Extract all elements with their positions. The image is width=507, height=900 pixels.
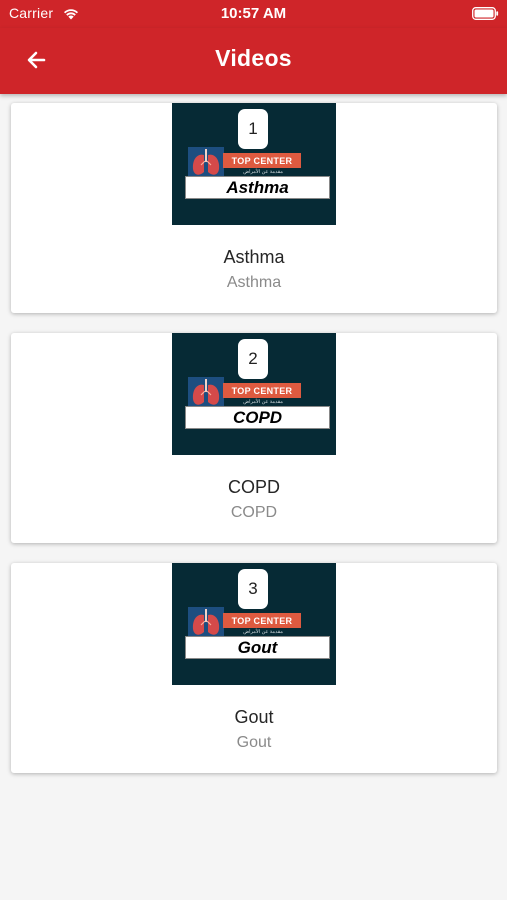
status-time: 10:57 AM	[220, 5, 287, 22]
video-card-gout[interactable]: 3 TOP CENTER مقدمة عن الأمراض Gout Gout …	[11, 563, 497, 773]
lungs-icon	[188, 147, 224, 179]
video-card-copd[interactable]: 2 TOP CENTER مقدمة عن الأمراض COPD COPD …	[11, 333, 497, 543]
brand-bar: TOP CENTER	[223, 153, 301, 168]
video-thumbnail[interactable]: 1 TOP CENTER مقدمة عن الأمراض Asthma	[172, 103, 336, 225]
video-title: Gout	[234, 707, 274, 727]
video-subtitle: Asthma	[226, 274, 282, 291]
brand-bar: TOP CENTER	[223, 383, 301, 398]
thumbnail-label: Gout	[185, 636, 330, 659]
video-title: COPD	[227, 477, 280, 497]
video-number-badge: 1	[238, 109, 268, 149]
thumbnail-label: Asthma	[185, 176, 330, 199]
app-bar: Videos	[0, 28, 507, 94]
brand-bar: TOP CENTER	[223, 613, 301, 628]
lungs-icon	[188, 607, 224, 639]
video-subtitle: COPD	[230, 504, 278, 521]
battery-icon	[472, 7, 499, 20]
brand-subtitle: مقدمة عن الأمراض	[243, 629, 283, 635]
brand-subtitle: مقدمة عن الأمراض	[243, 399, 283, 405]
video-card-asthma[interactable]: 1 TOP CENTER مقدمة عن الأمراض Asthma Ast…	[11, 103, 497, 313]
lungs-icon	[188, 377, 224, 409]
status-bar: Carrier 10:57 AM	[0, 0, 507, 28]
video-title: Asthma	[223, 247, 285, 267]
video-number-badge: 3	[238, 569, 268, 609]
video-number-badge: 2	[238, 339, 268, 379]
brand-subtitle: مقدمة عن الأمراض	[243, 169, 283, 175]
video-thumbnail[interactable]: 3 TOP CENTER مقدمة عن الأمراض Gout	[172, 563, 336, 685]
thumbnail-label: COPD	[185, 406, 330, 429]
page-title: Videos	[215, 45, 292, 71]
video-thumbnail[interactable]: 2 TOP CENTER مقدمة عن الأمراض COPD	[172, 333, 336, 455]
video-subtitle: Gout	[236, 734, 272, 751]
